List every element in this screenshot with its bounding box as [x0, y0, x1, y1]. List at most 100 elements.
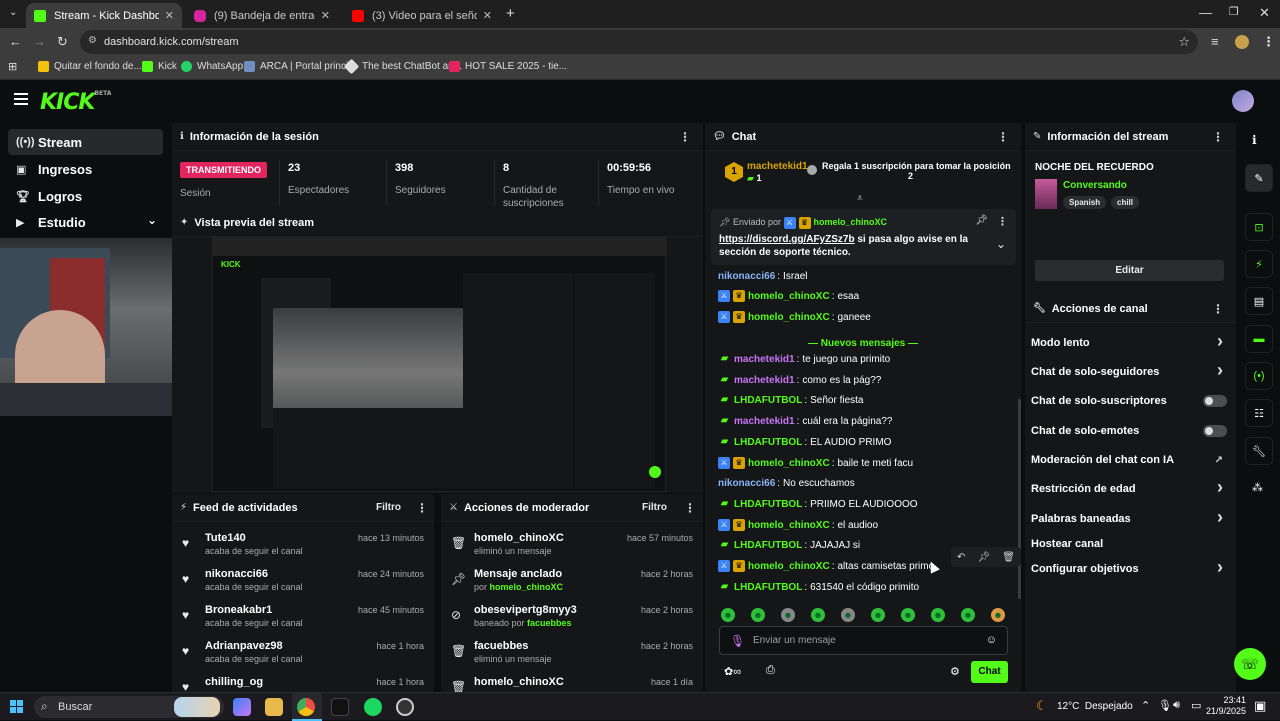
file-explorer-icon[interactable] — [265, 698, 283, 716]
channel-action-row[interactable]: Chat de solo-seguidores › — [1031, 360, 1227, 380]
tab-instagram-chats[interactable]: (9) Bandeja de entrada • Chats ✕ — [186, 3, 338, 28]
close-tab-icon[interactable]: ✕ — [321, 9, 330, 22]
mod-item-user[interactable]: facuebbes — [527, 618, 572, 628]
notes-rail-button[interactable]: ▤ — [1245, 287, 1273, 315]
channel-action-row[interactable]: Chat de solo-emotes — [1031, 423, 1227, 439]
emote-icon[interactable]: ☻ — [961, 608, 975, 622]
mod-item-title[interactable]: homelo_chinoXC — [474, 676, 564, 688]
more-options-icon[interactable]: ⋮ — [1212, 130, 1224, 144]
emote-icon[interactable]: ☻ — [991, 608, 1005, 622]
channel-action-row[interactable]: Chat de solo-suscriptores — [1031, 393, 1227, 409]
chat-message[interactable]: ▰ machetekid1: como es la pág?? — [718, 372, 882, 388]
forward-icon[interactable]: → — [33, 34, 46, 49]
apps-grid-icon[interactable]: ⊞ — [8, 60, 17, 73]
chat-username[interactable]: LHDAFUTBOL — [734, 437, 802, 448]
obs-icon[interactable] — [396, 698, 414, 716]
pinned-user[interactable]: homelo_chinoXC — [814, 217, 888, 227]
category-thumbnail[interactable] — [1035, 179, 1057, 209]
sidebar-item-logros[interactable]: 🏆︎ Logros — [8, 183, 163, 209]
user-avatar[interactable] — [1232, 90, 1254, 112]
microphone-icon[interactable]: 🎙︎ — [730, 634, 745, 648]
notifications-icon[interactable]: ▣ — [1254, 698, 1266, 714]
sidebar-item-ingresos[interactable]: ▣ Ingresos — [8, 156, 163, 182]
edit-rail-button[interactable]: ✎ — [1245, 164, 1273, 192]
more-options-icon[interactable]: ⋮ — [679, 130, 691, 144]
profile-avatar[interactable] — [1235, 35, 1249, 49]
emote-icon[interactable]: ☻ — [871, 608, 885, 622]
emote-icon[interactable]: ☻ — [781, 608, 795, 622]
tab-search-icon[interactable]: ⌄ — [9, 7, 17, 18]
more-options-icon[interactable]: ⋮ — [684, 501, 696, 515]
taskbar-search[interactable]: ⌕ Buscar — [34, 696, 224, 718]
channel-action-row[interactable]: Configurar objetivos › — [1031, 557, 1227, 577]
restore-icon[interactable]: ❐ — [1229, 5, 1239, 18]
channel-action-row[interactable]: Restricción de edad › — [1031, 477, 1227, 497]
reading-list-icon[interactable]: ≡ — [1211, 34, 1219, 49]
hamburger-menu-icon[interactable] — [14, 93, 28, 105]
channel-action-row[interactable]: Moderación del chat con IA ↗ — [1031, 452, 1227, 468]
chat-username[interactable]: LHDAFUTBOL — [734, 540, 802, 551]
chat-username[interactable]: homelo_chinoXC — [748, 291, 830, 302]
sidebar-item-stream[interactable]: ((•)) Stream — [8, 129, 163, 155]
expand-pinned-icon[interactable]: ⌄ — [996, 237, 1006, 251]
stream-preview-video[interactable]: KICK — [212, 237, 667, 492]
copilot-icon[interactable] — [233, 698, 251, 716]
emote-icon[interactable]: ☻ — [751, 608, 765, 622]
chat-scrollbar[interactable] — [1018, 399, 1021, 599]
chat-rail-button[interactable]: ▬ — [1245, 325, 1273, 353]
points-icon[interactable]: ✿∞ — [724, 665, 741, 678]
collapse-gifters-icon[interactable]: ⩡ — [857, 193, 863, 204]
emote-icon[interactable]: ☻ — [841, 608, 855, 622]
apps-icon[interactable]: ⁂ — [1252, 481, 1263, 494]
stream-tag[interactable]: Spanish — [1063, 196, 1107, 209]
bookmark-chatbot[interactable]: The best ChatBot an... — [343, 58, 462, 75]
chat-username[interactable]: LHDAFUTBOL — [734, 499, 802, 510]
weather-text[interactable]: 12°C Despejado — [1057, 701, 1133, 712]
lightning-rail-button[interactable]: ⚡ — [1245, 250, 1273, 278]
new-messages-divider[interactable]: — Nuevos mensajes — — [705, 338, 1021, 349]
stream-tag[interactable]: chill — [1111, 196, 1140, 209]
feed-user[interactable]: Broneakabr1 — [205, 604, 272, 616]
gift-box-icon[interactable]: ⎙ — [766, 664, 775, 677]
emote-icon[interactable]: ☻ — [931, 608, 945, 622]
mod-item-title[interactable]: facuebbes — [474, 640, 528, 652]
broadcast-rail-button[interactable]: (•) — [1245, 362, 1273, 390]
info-icon[interactable]: ℹ — [1252, 133, 1257, 147]
close-tab-icon[interactable]: ✕ — [165, 9, 174, 22]
site-info-icon[interactable]: ⚙ — [88, 35, 97, 46]
microphone-tray-icon[interactable]: 🎙︎ — [1158, 699, 1172, 712]
mod-item-user[interactable]: homelo_chinoXC — [490, 582, 564, 592]
feed-filter-button[interactable]: Filtro — [376, 502, 401, 513]
chat-username[interactable]: machetekid1 — [734, 375, 795, 386]
top-gifter-name[interactable]: machetekid1 — [747, 161, 808, 172]
chat-message[interactable]: ▰ LHDAFUTBOL: EL AUDIO PRIMO — [718, 434, 892, 450]
send-chat-button[interactable]: Chat — [971, 661, 1008, 683]
chat-message[interactable]: ▰ machetekid1: te juego una primito — [718, 351, 891, 367]
tray-chevron-icon[interactable]: ⌃ — [1141, 699, 1150, 712]
channel-action-row[interactable]: Modo lento › — [1031, 331, 1227, 351]
bookmark-quitar-fondo[interactable]: Quitar el fondo de... — [38, 61, 142, 72]
emoji-picker-icon[interactable]: ☺ — [986, 634, 997, 646]
unpin-icon[interactable]: 📌︎ — [975, 215, 988, 226]
reply-icon[interactable]: ↶ — [957, 552, 965, 563]
chat-message[interactable]: ⚔ ♛ homelo_chinoXC: ganeee — [718, 309, 871, 325]
chat-options-icon[interactable]: ⋮ — [997, 130, 1009, 144]
feed-user[interactable]: Tute140 — [205, 532, 246, 544]
mod-item-title[interactable]: homelo_chinoXC — [474, 532, 564, 544]
chat-username[interactable]: machetekid1 — [734, 416, 795, 427]
feed-user[interactable]: Adrianpavez98 — [205, 640, 283, 652]
pinned-options-icon[interactable]: ⋮ — [997, 215, 1008, 228]
chat-message[interactable]: ⚔ ♛ homelo_chinoXC: esaa — [718, 288, 859, 304]
kick-logo[interactable]: KICKBETA — [40, 90, 111, 115]
more-options-icon[interactable]: ⋮ — [1212, 302, 1224, 316]
tiktok-icon[interactable] — [331, 698, 349, 716]
chat-username[interactable]: homelo_chinoXC — [748, 561, 830, 572]
chat-message[interactable]: ⚔ ♛ homelo_chinoXC: altas camisetas primo — [718, 558, 934, 574]
bookmark-star-icon[interactable]: ☆ — [1178, 34, 1190, 50]
back-icon[interactable]: ← — [9, 34, 22, 49]
pinned-link[interactable]: https://discord.gg/AFyZSz7b — [719, 234, 855, 245]
chat-message[interactable]: ▰ machetekid1: cuál era la página?? — [718, 413, 893, 429]
support-chat-icon[interactable]: ☏ — [1234, 648, 1266, 680]
chat-message[interactable]: ▰ LHDAFUTBOL: JAJAJAJ si — [718, 537, 860, 553]
chat-username[interactable]: homelo_chinoXC — [748, 458, 830, 469]
